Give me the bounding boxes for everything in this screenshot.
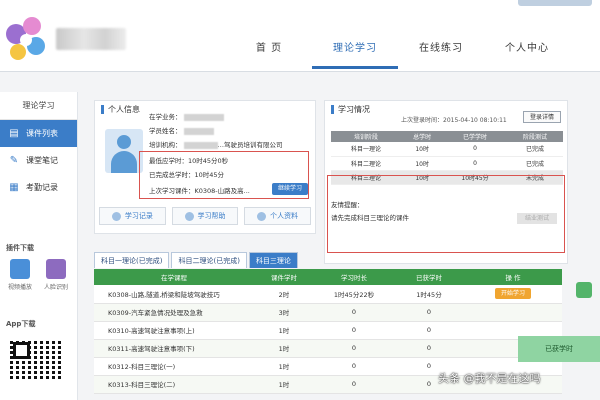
- highlight-box: [139, 151, 309, 199]
- app-qr-code[interactable]: [10, 339, 62, 379]
- profile-button[interactable]: 个人资料: [244, 207, 312, 225]
- app-download-title: App下载: [6, 320, 36, 328]
- sidebar-item-courseware[interactable]: ▤ 课件列表: [0, 120, 77, 147]
- main-nav: 首 页 理论学习 在线练习 个人中心: [226, 36, 570, 69]
- sidebar-item-label: 考勤记录: [26, 183, 58, 192]
- notes-icon: ✎: [9, 155, 19, 166]
- title-bar-mark: [101, 104, 104, 114]
- study-status-panel: 学习情况 上次登录时间：2015-04-10 08:10:11 登录详情 培训阶…: [324, 100, 568, 264]
- table-row: K0308-山路,隧道,桥梁和陡坡驾驶技巧 2时 1时45分22秒 1时45分 …: [94, 285, 562, 304]
- attendance-icon: ▦: [9, 182, 19, 193]
- personal-info-panel: 个人信息 在学业务： 学员姓名： 培训机构： …驾驶员培训有限公司 最低应学时：1…: [94, 100, 316, 234]
- table-row: 科目一理论 10时 0 已完成: [331, 142, 563, 157]
- sidebar-title: 理论学习: [0, 92, 77, 120]
- quick-links: 学习记录 学习帮助 个人资料: [99, 207, 312, 225]
- personal-info-title: 个人信息: [108, 104, 140, 114]
- table-row: 科目二理论 10时 0 已完成: [331, 156, 563, 171]
- table-row: K0311-高速驾驶注意事项(下) 1时 0 0: [94, 339, 562, 358]
- sidebar-item-notes[interactable]: ✎ 课堂笔记: [0, 147, 77, 174]
- study-help-button[interactable]: 学习帮助: [171, 207, 239, 225]
- plugins-title: 插件下载: [6, 244, 34, 252]
- highlight-box: [327, 175, 565, 253]
- record-icon: [111, 211, 121, 221]
- table-row: K0310-高速驾驶注意事项(上) 1时 0 0: [94, 321, 562, 340]
- table-row: K0309-汽车紧急情况处理及急救 3时 0 0: [94, 303, 562, 322]
- sidebar-item-label: 课件列表: [26, 129, 58, 138]
- site-name-blurred: [56, 28, 126, 50]
- nav-theory[interactable]: 理论学习: [312, 36, 398, 69]
- plugin-list: 视频播放 人脸识别: [0, 259, 77, 291]
- tab-subject-three[interactable]: 科目三理论: [248, 252, 298, 268]
- avatar: [105, 129, 143, 173]
- last-login-time: 上次登录时间：2015-04-10 08:10:11: [401, 117, 507, 124]
- study-status-title: 学习情况: [338, 104, 370, 114]
- info-business: 在学业务：: [149, 111, 224, 121]
- info-name: 学员姓名：: [149, 125, 214, 135]
- course-tabs: 科目一理论(已完成) 科目二理论(已完成) 科目三理论: [94, 252, 298, 268]
- top-header: 首 页 理论学习 在线练习 个人中心: [0, 0, 600, 72]
- nav-practice[interactable]: 在线练习: [398, 36, 484, 69]
- login-details-button[interactable]: 登录详情: [523, 111, 561, 123]
- profile-icon: [257, 211, 267, 221]
- sidebar-item-label: 课堂笔记: [26, 156, 58, 165]
- tab-subject-two[interactable]: 科目二理论(已完成): [171, 252, 247, 268]
- watermark: 头条 @我不是在这吗: [438, 372, 541, 385]
- plugin-label: 视频播放: [7, 284, 32, 291]
- floating-widget-icon[interactable]: [576, 282, 592, 298]
- plugin-label: 人脸识别: [43, 284, 68, 291]
- plugin-face-recognition[interactable]: 人脸识别: [42, 259, 70, 291]
- site-logo: [6, 17, 45, 60]
- top-corner-mark: [518, 0, 592, 6]
- tab-subject-one[interactable]: 科目一理论(已完成): [94, 252, 170, 268]
- floating-hours-panel[interactable]: 已获学时: [518, 336, 600, 362]
- nav-personal-center[interactable]: 个人中心: [484, 36, 570, 69]
- table-header-row: 在学课程 课件学时 学习时长 已获学时 操 作: [94, 269, 562, 285]
- help-icon: [184, 211, 194, 221]
- video-player-icon: [10, 259, 30, 279]
- table-header-row: 培训阶段 总学时 已学学时 阶段测试: [331, 131, 563, 142]
- nav-home[interactable]: 首 页: [226, 36, 312, 69]
- title-bar-mark: [331, 104, 334, 114]
- start-study-button[interactable]: 开始学习: [495, 288, 531, 300]
- face-recognition-icon: [46, 259, 66, 279]
- sidebar-item-attendance[interactable]: ▦ 考勤记录: [0, 174, 77, 201]
- study-record-button[interactable]: 学习记录: [99, 207, 166, 225]
- courseware-icon: ▤: [9, 128, 19, 139]
- plugin-video-player[interactable]: 视频播放: [6, 259, 34, 291]
- sidebar: 理论学习 ▤ 课件列表 ✎ 课堂笔记 ▦ 考勤记录 插件下载 视频播放 人脸识别…: [0, 92, 78, 400]
- info-school: 培训机构： …驾驶员培训有限公司: [149, 141, 283, 149]
